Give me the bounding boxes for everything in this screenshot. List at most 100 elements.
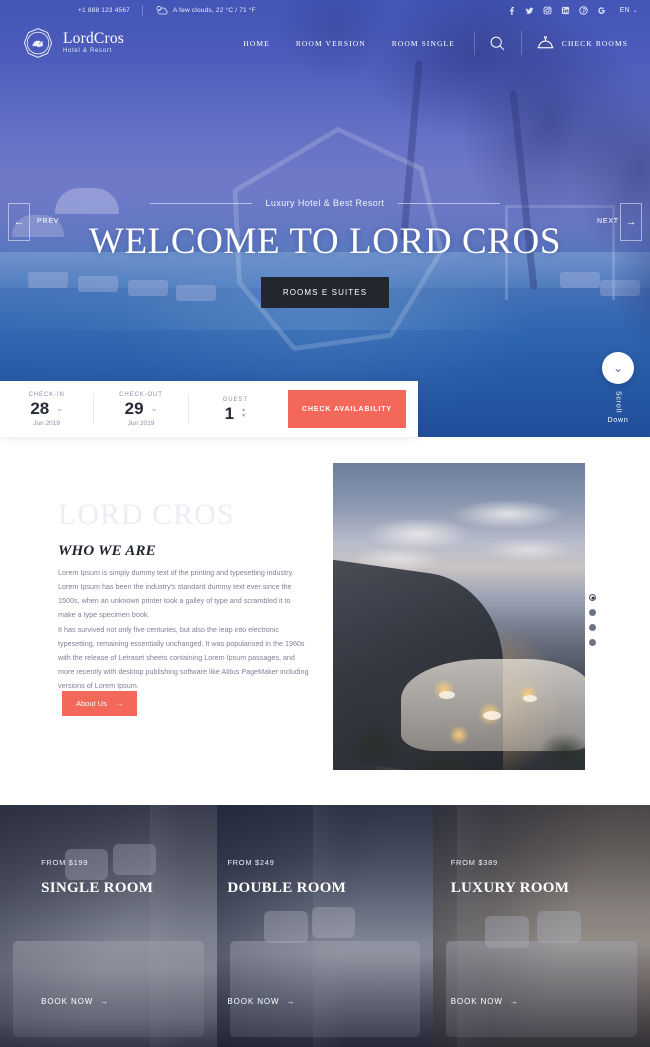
weather-widget: A few clouds, 22 °C / 71 °F <box>143 5 256 16</box>
slider-dot[interactable] <box>589 639 596 646</box>
room-overlay <box>216 805 434 1047</box>
weather-text: A few clouds, 22 °C / 71 °F <box>172 6 256 14</box>
book-now-button[interactable]: BOOK NOW → <box>227 997 295 1006</box>
checkin-field[interactable]: CHECK-IN 28 ⌄ Jun 2019 <box>0 381 93 437</box>
arrow-right-icon: → <box>100 996 110 1006</box>
about-watermark: LORD CROS <box>58 498 235 531</box>
room-card-single[interactable]: FROM $199 SINGLE ROOM BOOK NOW → <box>0 805 217 1047</box>
chevron-down-icon[interactable]: ⌄ <box>56 404 63 413</box>
chevron-down-icon[interactable]: ⌄ <box>151 404 158 413</box>
lion-emblem-icon <box>22 27 54 59</box>
nav-item-home[interactable]: HOME <box>230 39 282 48</box>
linkedin-icon[interactable] <box>561 6 570 15</box>
nav-divider <box>520 31 522 55</box>
checkout-day: 29 <box>124 398 144 418</box>
nav-item-room-version[interactable]: ROOM VERSION <box>283 39 379 48</box>
guest-value-row: 1 ▲ ▼ <box>225 405 246 422</box>
language-selector[interactable]: EN ⌄ <box>620 7 638 14</box>
google-plus-icon[interactable] <box>597 6 606 15</box>
checkin-day: 28 <box>30 398 50 418</box>
arrow-right-icon: → <box>286 996 296 1006</box>
cloud-layer <box>463 533 585 567</box>
search-icon[interactable] <box>481 35 515 52</box>
guest-count: 1 <box>224 403 235 423</box>
about-us-button[interactable]: About Us → <box>62 691 138 716</box>
guest-label: GUEST <box>222 396 248 403</box>
service-bell-icon <box>536 35 555 51</box>
room-card-double[interactable]: FROM $249 DOUBLE ROOM BOOK NOW → <box>216 805 434 1047</box>
gallery-slider-dots <box>589 594 596 646</box>
checkout-field[interactable]: CHECK-OUT 29 ⌄ Jun 2019 <box>94 381 187 437</box>
scroll-down-control[interactable]: ⌄ Scroll Down <box>602 352 634 424</box>
patio-table <box>439 691 455 699</box>
chevron-down-icon: ⌄ <box>632 7 638 14</box>
room-card-luxury[interactable]: FROM $389 LUXURY ROOM BOOK NOW → <box>433 805 650 1047</box>
book-now-button[interactable]: BOOK NOW → <box>41 997 109 1006</box>
stepper-down-icon[interactable]: ▼ <box>241 413 246 419</box>
rooms-suites-button[interactable]: ROOMS E SUITES <box>260 277 390 308</box>
brand-logo[interactable]: LordCros Hotel & Resort <box>0 27 124 59</box>
chevron-down-icon[interactable]: ⌄ <box>602 352 634 384</box>
about-us-label: About Us <box>76 699 107 708</box>
slider-prev-label: PREV <box>37 218 60 226</box>
slider-prev-control[interactable]: ← PREV <box>8 203 60 241</box>
about-paragraph-1: Lorem Ipsum is simply dummy text of the … <box>58 568 294 620</box>
patio-table <box>523 695 537 702</box>
lamp-glow <box>429 675 459 705</box>
main-navigation: HOME ROOM VERSION ROOM SINGLE CHECK ROOM… <box>230 31 650 55</box>
pinterest-icon[interactable] <box>578 5 588 15</box>
room-title: DOUBLE ROOM <box>227 880 347 897</box>
slider-next-control[interactable]: NEXT → <box>597 203 642 241</box>
checkout-value-row: 29 ⌄ <box>125 400 158 417</box>
room-overlay <box>433 805 650 1047</box>
room-title: LUXURY ROOM <box>450 880 570 897</box>
twitter-icon[interactable] <box>525 6 534 15</box>
brand-name: LordCros <box>63 30 125 48</box>
nav-item-room-single[interactable]: ROOM SINGLE <box>379 39 468 48</box>
room-price: FROM $389 <box>450 858 498 868</box>
arrow-left-icon[interactable]: ← <box>8 203 30 241</box>
phone-number[interactable]: +1 888 123 4567 <box>0 7 142 14</box>
book-now-button[interactable]: BOOK NOW → <box>451 997 519 1006</box>
facebook-icon[interactable] <box>507 6 516 15</box>
about-paragraph-2: It has survived not only five centuries,… <box>58 625 309 691</box>
book-now-label: BOOK NOW <box>450 996 503 1006</box>
language-label: EN <box>619 6 630 14</box>
arrow-right-icon: → <box>115 699 124 708</box>
social-links <box>507 5 606 15</box>
slider-next-label: NEXT <box>597 218 619 226</box>
hero-title: WELCOME TO LORD CROS <box>88 221 562 262</box>
hero-eyebrow-row: Luxury Hotel & Best Resort <box>149 198 501 208</box>
book-now-label: BOOK NOW <box>41 996 94 1006</box>
checkin-month-year: Jun 2019 <box>33 419 61 427</box>
slider-dot[interactable] <box>589 624 596 631</box>
brand-tagline: Hotel & Resort <box>63 48 112 55</box>
scroll-label-down: Down <box>607 417 629 425</box>
booking-bar: CHECK-IN 28 ⌄ Jun 2019 CHECK-OUT 29 ⌄ Ju… <box>0 381 418 437</box>
top-utility-bar: +1 888 123 4567 A few clouds, 22 °C / 71… <box>0 0 650 20</box>
room-price: FROM $249 <box>227 858 275 868</box>
about-heading: WHO WE ARE <box>58 543 156 559</box>
site-header: LordCros Hotel & Resort HOME ROOM VERSIO… <box>0 20 650 66</box>
room-cards-section: FROM $199 SINGLE ROOM BOOK NOW → FROM $2… <box>0 805 650 1047</box>
arrow-right-icon[interactable]: → <box>620 203 642 241</box>
check-availability-button[interactable]: CHECK AVAILABILITY <box>287 390 406 428</box>
hero-section: +1 888 123 4567 A few clouds, 22 °C / 71… <box>0 0 650 437</box>
guest-field[interactable]: GUEST 1 ▲ ▼ <box>189 381 282 437</box>
cloud-sun-icon <box>155 5 168 16</box>
slider-dot[interactable] <box>589 609 596 616</box>
decorative-line <box>149 202 252 204</box>
stepper-up-icon[interactable]: ▲ <box>241 407 246 413</box>
instagram-icon[interactable] <box>543 6 552 15</box>
room-overlay <box>0 805 217 1047</box>
arrow-right-icon: → <box>509 996 519 1006</box>
decorative-line <box>398 202 501 204</box>
quantity-stepper[interactable]: ▲ ▼ <box>241 407 246 419</box>
book-now-label: BOOK NOW <box>227 996 280 1006</box>
checkout-month-year: Jun 2019 <box>127 419 155 427</box>
hotel-landing-page: +1 888 123 4567 A few clouds, 22 °C / 71… <box>0 0 650 1047</box>
slider-dot-active[interactable] <box>589 594 596 601</box>
room-title: SINGLE ROOM <box>41 880 154 897</box>
check-rooms-button[interactable]: CHECK ROOMS <box>528 35 650 51</box>
checkin-label: CHECK-IN <box>28 391 65 398</box>
